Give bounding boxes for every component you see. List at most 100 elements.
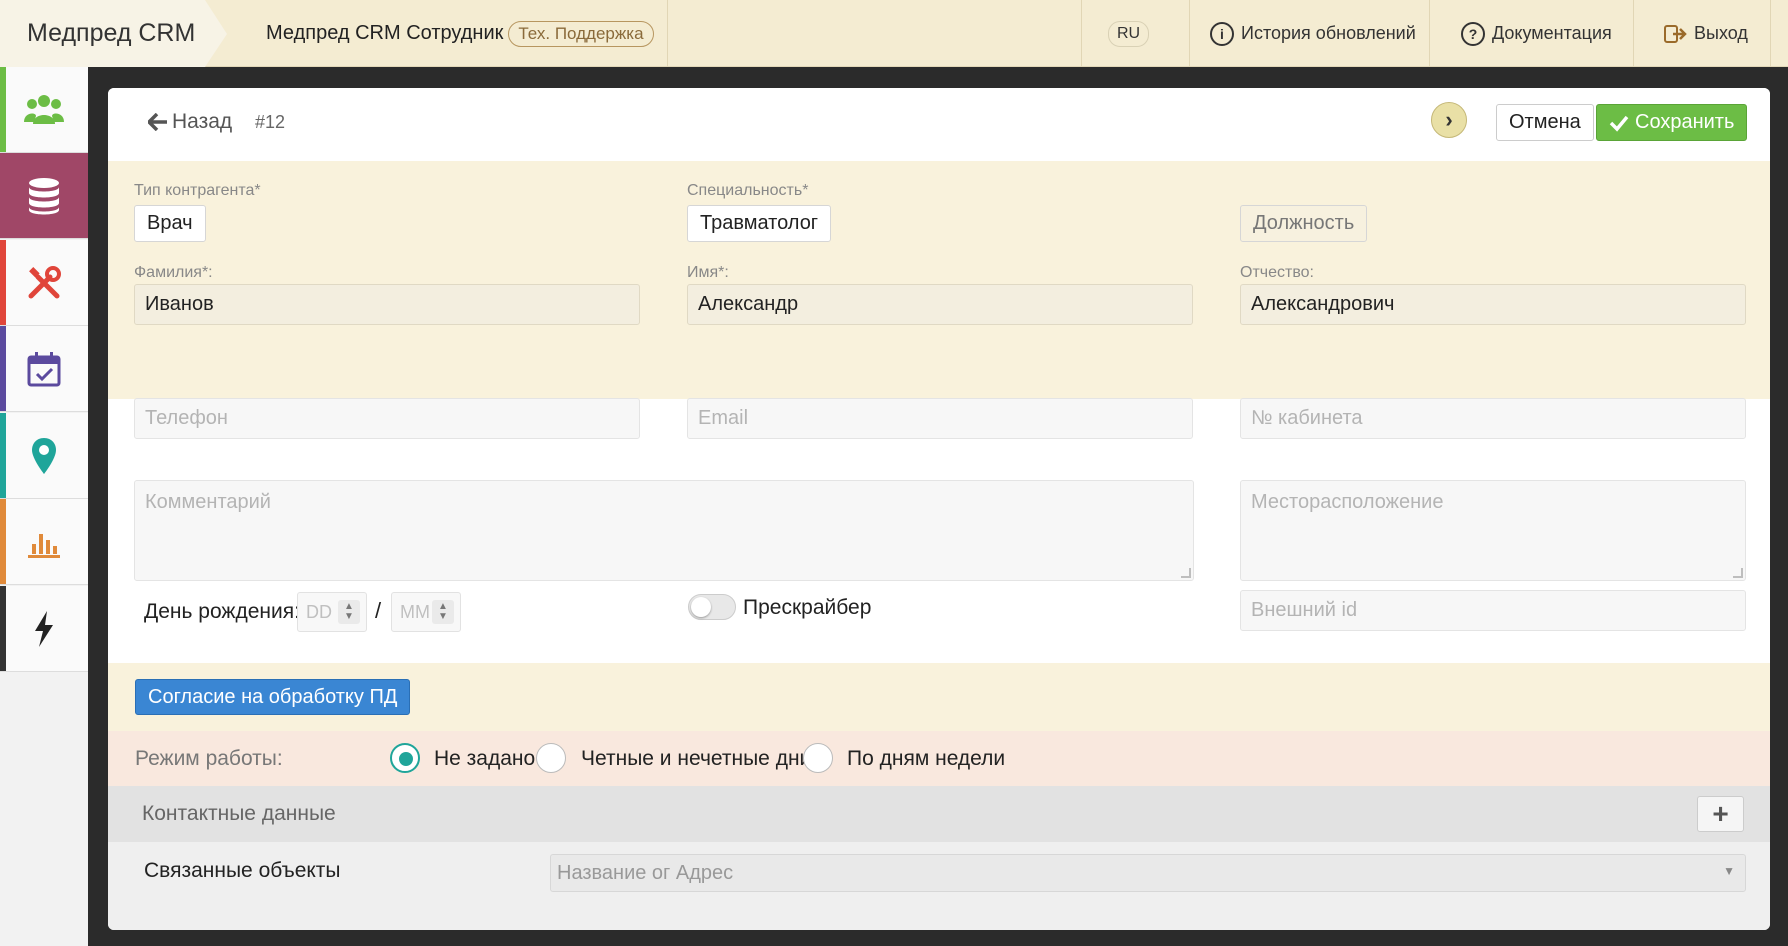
- birthday-label: День рождения:: [144, 600, 300, 623]
- work-mode-label: Режим работы:: [135, 747, 283, 770]
- sidebar: [0, 67, 88, 946]
- language-label[interactable]: RU: [1108, 20, 1150, 47]
- record-id: #12: [255, 112, 286, 132]
- top-bar: Медпред CRM Медпред CRM Сотрудник Тех. П…: [0, 0, 1788, 67]
- sidebar-stripe: [0, 153, 6, 238]
- help-icon: ?: [1461, 21, 1485, 46]
- language-switch[interactable]: RU: [1108, 0, 1150, 67]
- contacts-title: Контактные данные: [142, 802, 336, 825]
- info-icon: i: [1210, 21, 1234, 46]
- radio-label-odd-even: Четные и нечетные дни: [581, 747, 812, 770]
- sidebar-item-contacts[interactable]: [0, 67, 88, 153]
- day-placeholder: DD: [306, 601, 332, 622]
- location-textarea[interactable]: Месторасположение: [1240, 480, 1746, 581]
- resize-handle-icon[interactable]: [1181, 568, 1191, 578]
- map-pin-icon: [32, 437, 56, 474]
- sidebar-item-activity[interactable]: [0, 586, 88, 672]
- chevron-down-icon: ▼: [1723, 864, 1735, 878]
- office-input[interactable]: № кабинета: [1240, 398, 1746, 439]
- arrow-left-icon: [148, 113, 167, 131]
- location-placeholder: Месторасположение: [1251, 491, 1444, 513]
- birthday-day-input[interactable]: DD ▲ ▼: [297, 592, 367, 632]
- linked-objects-placeholder: Название ог Адрес: [557, 861, 734, 884]
- save-button[interactable]: Сохранить: [1596, 104, 1748, 141]
- history-label: История обновлений: [1241, 23, 1416, 43]
- docs-link[interactable]: ? Документация: [1461, 0, 1612, 67]
- firstname-input[interactable]: Александр: [687, 284, 1193, 325]
- logout-icon: [1664, 24, 1687, 43]
- specialty-label: Специальность*: [687, 182, 809, 199]
- top-divider: [1770, 0, 1771, 67]
- work-mode-row: Режим работы: Не задано Четные и нечетны…: [108, 731, 1770, 786]
- sidebar-stripe: [0, 413, 6, 498]
- month-placeholder: MM: [400, 601, 430, 622]
- comment-textarea[interactable]: Комментарий: [134, 480, 1194, 581]
- back-label: Назад: [172, 110, 233, 133]
- cancel-button[interactable]: Отмена: [1496, 104, 1594, 141]
- firstname-label: Имя*:: [687, 264, 729, 281]
- back-button[interactable]: Назад: [148, 110, 232, 134]
- radio-not-set[interactable]: [390, 743, 420, 773]
- top-divider: [1081, 0, 1082, 67]
- brand-logo[interactable]: Медпред CRM: [0, 0, 205, 67]
- next-chevron-icon[interactable]: ›: [1431, 102, 1467, 138]
- top-divider: [1429, 0, 1430, 67]
- position-button[interactable]: Должность: [1240, 205, 1368, 242]
- email-input[interactable]: Email: [687, 398, 1193, 439]
- comment-placeholder: Комментарий: [145, 491, 271, 513]
- spinner-icon[interactable]: ▲ ▼: [338, 600, 360, 624]
- history-link[interactable]: i История обновлений: [1210, 0, 1416, 67]
- users-icon: [24, 94, 64, 124]
- sidebar-stripe: [0, 240, 6, 325]
- radio-odd-even[interactable]: [536, 743, 566, 773]
- role-badge: Тех. Поддержка: [508, 20, 654, 47]
- birthday-separator: /: [375, 598, 382, 623]
- spinner-icon[interactable]: ▲ ▼: [432, 600, 454, 624]
- sidebar-item-tools[interactable]: [0, 240, 88, 326]
- bar-chart-icon: [28, 533, 60, 558]
- sidebar-stripe: [0, 67, 6, 152]
- linked-objects-section: Связанные объекты Название ог Адрес ▼: [108, 842, 1770, 930]
- radio-label-not-set: Не задано: [434, 747, 536, 770]
- consent-button[interactable]: Согласие на обработку ПД: [135, 679, 411, 715]
- sidebar-stripe: [0, 326, 6, 411]
- main-info-section: [108, 161, 1770, 399]
- lastname-label: Фамилия*:: [134, 264, 213, 281]
- radio-label-weekdays: По дням недели: [847, 747, 1006, 770]
- contacts-section: Контактные данные +: [108, 786, 1770, 842]
- birthday-month-input[interactable]: MM ▲ ▼: [391, 592, 461, 632]
- logout-link[interactable]: Выход: [1664, 0, 1748, 67]
- patronymic-input[interactable]: Александрович: [1240, 284, 1746, 325]
- top-divider: [1189, 0, 1190, 67]
- database-icon: [29, 177, 59, 214]
- specialty-select[interactable]: Травматолог: [687, 205, 832, 242]
- resize-handle-icon[interactable]: [1733, 568, 1743, 578]
- sidebar-item-map[interactable]: [0, 413, 88, 499]
- calendar-check-icon: [27, 351, 61, 386]
- lastname-input[interactable]: Иванов: [134, 284, 640, 325]
- prescriber-toggle[interactable]: [688, 594, 736, 620]
- prescriber-label: Прескрайбер: [743, 596, 872, 619]
- bolt-icon: [35, 610, 53, 647]
- linked-objects-label: Связанные объекты: [144, 859, 341, 882]
- sidebar-stripe: [0, 586, 6, 671]
- type-select[interactable]: Врач: [134, 205, 206, 242]
- add-contact-button[interactable]: +: [1697, 796, 1744, 832]
- card-header: Назад #12 › Отмена Сохранить: [108, 88, 1770, 161]
- phone-input[interactable]: Телефон: [134, 398, 640, 439]
- top-divider: [1633, 0, 1634, 67]
- contact-edit-card: Назад #12 › Отмена Сохранить Тип контраг…: [108, 88, 1770, 930]
- app-title: Медпред CRM Сотрудник Тех. Поддержка: [266, 0, 654, 67]
- external-id-input[interactable]: Внешний id: [1240, 590, 1746, 631]
- toggle-knob: [691, 597, 711, 617]
- linked-objects-select[interactable]: Название ог Адрес ▼: [550, 854, 1746, 892]
- top-divider: [667, 0, 668, 67]
- radio-weekdays[interactable]: [803, 743, 833, 773]
- type-label: Тип контрагента*: [134, 182, 261, 199]
- sidebar-item-calendar[interactable]: [0, 326, 88, 412]
- brand-arrow-decoration: [205, 0, 227, 67]
- save-label: Сохранить: [1635, 111, 1735, 133]
- tools-icon: [28, 265, 61, 298]
- sidebar-item-database[interactable]: [0, 153, 88, 239]
- sidebar-item-reports[interactable]: [0, 499, 88, 585]
